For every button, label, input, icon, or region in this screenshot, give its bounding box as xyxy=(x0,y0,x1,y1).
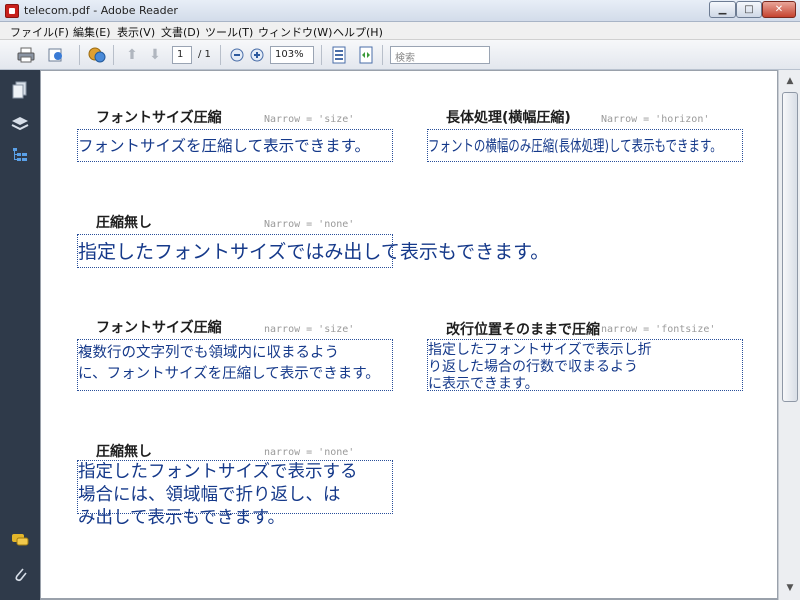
text-line: に、フォントサイズを圧縮して表示できます。 xyxy=(78,366,380,382)
field-code: Narrow = 'size' xyxy=(264,114,355,125)
title-bar: telecom.pdf - Adobe Reader ▁ □ ✕ xyxy=(0,0,800,22)
menu-document[interactable]: 文書(D) xyxy=(161,24,200,40)
menu-bar: ファイル(F) 編集(E) 表示(V) 文書(D) ツール(T) ウィンドウ(W… xyxy=(0,22,800,40)
text-field[interactable]: 複数行の文字列でも領域内に収まるよう に、フォントサイズを圧縮して表示できます。 xyxy=(77,339,393,391)
menu-window[interactable]: ウィンドウ(W) xyxy=(258,24,332,40)
fit-page-icon[interactable] xyxy=(329,45,349,65)
attachments-icon[interactable] xyxy=(10,564,30,584)
toolbar: ▼ ⬆ ⬇ 1 / 1 103% ▼ 検索 ▼ xyxy=(0,40,800,98)
pdf-app-icon xyxy=(5,4,19,18)
menu-help[interactable]: ヘルプ(H) xyxy=(333,24,383,40)
pdf-page: フォントサイズ圧縮 Narrow = 'size' フォントサイズを圧縮して表示… xyxy=(41,71,777,598)
menu-file[interactable]: ファイル(F) xyxy=(10,24,69,40)
text-field[interactable]: 指定したフォントサイズで表示する 場合には、領域幅で折り返し、は み出して表示も… xyxy=(77,460,393,528)
text-line: 指定したフォントサイズで表示する xyxy=(78,462,358,482)
pages-icon[interactable] xyxy=(10,80,30,100)
text-line: 場合には、領域幅で折り返し、は xyxy=(78,485,341,505)
menu-view[interactable]: 表示(V) xyxy=(117,24,155,40)
zoom-out-icon[interactable] xyxy=(227,45,247,65)
page-total: / 1 xyxy=(198,49,211,60)
bookmarks-icon[interactable] xyxy=(10,146,30,166)
text-line: 指定したフォントサイズではみ出して表示もできます。 xyxy=(78,241,550,263)
collaborate-icon[interactable] xyxy=(87,45,107,65)
close-button[interactable]: ✕ xyxy=(762,1,796,18)
field-code: narrow = 'fontsize' xyxy=(601,324,716,335)
menu-tools[interactable]: ツール(T) xyxy=(205,24,253,40)
scroll-down-icon[interactable]: ▼ xyxy=(782,580,798,596)
text-field[interactable]: フォントサイズを圧縮して表示できます。 xyxy=(77,129,393,162)
print-icon[interactable] xyxy=(16,45,36,65)
fit-width-icon[interactable] xyxy=(356,45,376,65)
share-icon[interactable] xyxy=(46,45,66,65)
text-line: り返した場合の行数で収まるよう xyxy=(428,359,638,375)
zoom-in-icon[interactable] xyxy=(247,45,267,65)
layers-icon[interactable] xyxy=(10,114,30,134)
minimize-button[interactable]: ▁ xyxy=(709,1,736,18)
scroll-up-icon[interactable]: ▲ xyxy=(782,73,798,89)
text-line: フォントサイズを圧縮して表示できます。 xyxy=(78,137,371,155)
field-code: narrow = 'none' xyxy=(264,447,355,458)
menu-edit[interactable]: 編集(E) xyxy=(73,24,111,40)
field-label: 長体処理(横幅圧縮) xyxy=(446,110,571,126)
text-field[interactable]: 指定したフォントサイズで表示し折 り返した場合の行数で収まるよう に表示できます… xyxy=(427,339,743,392)
scroll-thumb[interactable] xyxy=(782,92,798,402)
text-line: に表示できます。 xyxy=(428,376,539,392)
text-line: み出して表示もできます。 xyxy=(78,508,286,528)
page-down-icon[interactable]: ⬇ xyxy=(145,45,165,65)
text-line: 指定したフォントサイズで表示し折 xyxy=(428,342,652,358)
text-field[interactable]: 指定したフォントサイズではみ出して表示もできます。 xyxy=(77,234,550,268)
text-field[interactable]: フォントの横幅のみ圧縮(長体処理)して表示もできます。 xyxy=(427,129,743,162)
text-line: 複数行の文字列でも領域内に収まるよう xyxy=(78,345,339,361)
search-input[interactable]: 検索 xyxy=(390,46,490,64)
zoom-level-select[interactable]: 103% xyxy=(270,46,314,64)
field-label: フォントサイズ圧縮 xyxy=(96,110,222,126)
field-label: 改行位置そのままで圧縮 xyxy=(446,322,600,338)
window-title: telecom.pdf - Adobe Reader xyxy=(24,4,178,17)
vertical-scrollbar[interactable]: ▲ ▼ xyxy=(778,70,800,600)
field-code: narrow = 'size' xyxy=(264,324,355,335)
comments-icon[interactable] xyxy=(10,530,30,550)
field-label: 圧縮無し xyxy=(96,444,152,460)
field-code: Narrow = 'none' xyxy=(264,219,355,230)
text-line: フォントの横幅のみ圧縮(長体処理)して表示もできます。 xyxy=(428,137,722,155)
navigation-panel xyxy=(0,70,40,600)
page-up-icon[interactable]: ⬆ xyxy=(122,45,142,65)
field-code: Narrow = 'horizon' xyxy=(601,114,710,125)
maximize-button[interactable]: □ xyxy=(736,1,762,18)
page-number-input[interactable]: 1 xyxy=(172,46,192,64)
field-label: 圧縮無し xyxy=(96,215,152,231)
field-label: フォントサイズ圧縮 xyxy=(96,320,222,336)
